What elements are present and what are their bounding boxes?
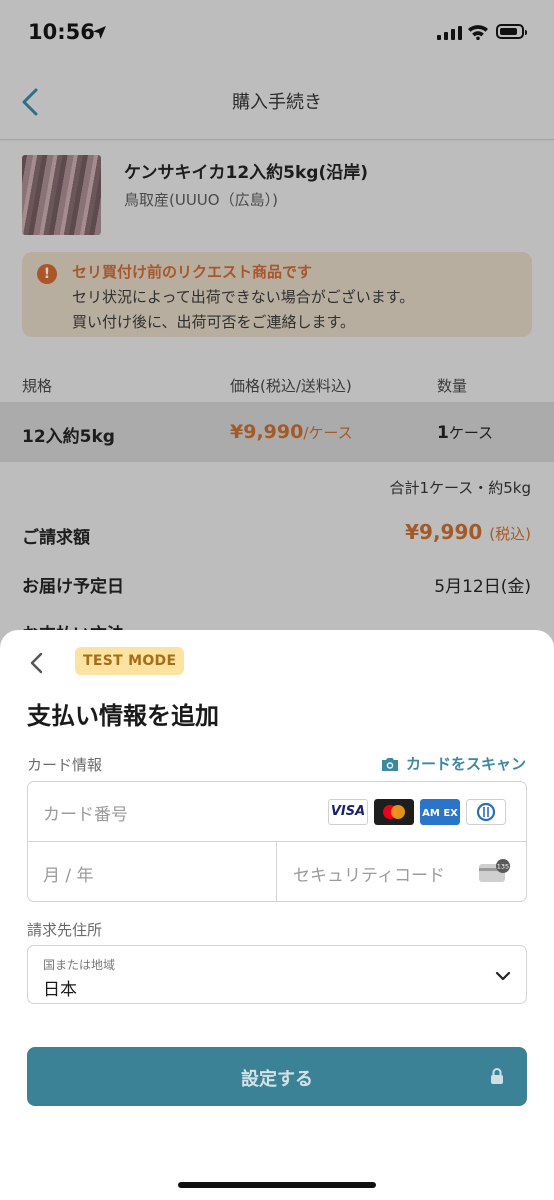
delivery-date: 5月12日(金) xyxy=(434,577,531,597)
notice-line-2: 買い付け後に、出荷可否をご連絡します。 xyxy=(72,313,356,331)
product-image xyxy=(22,155,101,235)
exclamation-icon: ! xyxy=(37,264,57,284)
lock-icon xyxy=(491,1068,503,1084)
card-divider-vertical xyxy=(276,842,277,901)
delivery-label: お届け予定日 xyxy=(22,577,124,597)
visa-icon: VISA xyxy=(328,799,368,825)
submit-button-label: 設定する xyxy=(241,1069,313,1090)
notice-title: セリ買付け前のリクエスト商品です xyxy=(72,263,313,281)
chevron-down-icon xyxy=(495,971,511,981)
expiry-input[interactable]: 月 / 年 xyxy=(43,861,94,886)
price-value: ¥9,990/ケース xyxy=(230,421,353,443)
camera-icon xyxy=(381,757,398,771)
country-caption: 国または地域 xyxy=(43,958,116,972)
page-title: 購入手続き xyxy=(232,92,322,113)
column-header-price: 価格(税込/送料込) xyxy=(230,377,352,395)
wifi-icon xyxy=(468,25,488,40)
card-section-label: カード情報 xyxy=(27,756,103,774)
product-name: ケンサキイカ12入約5kg(沿岸) xyxy=(124,163,368,183)
header-divider xyxy=(0,139,554,140)
scan-card-button[interactable]: カードをスキャン xyxy=(380,753,526,774)
price-unit: /ケース xyxy=(303,424,353,442)
cvc-input[interactable]: セキュリティコード xyxy=(293,861,445,886)
product-origin: 鳥取産(UUUO（広島）) xyxy=(124,191,278,209)
qty-unit: ケース xyxy=(448,424,494,442)
test-mode-badge: TEST MODE xyxy=(75,647,185,675)
column-header-qty: 数量 xyxy=(437,377,468,395)
diners-icon xyxy=(466,799,506,825)
mastercard-icon xyxy=(374,799,414,825)
quantity-value: 1ケース xyxy=(437,422,493,443)
amex-icon: AM EX xyxy=(420,799,460,825)
billing-amount: ¥9,990 (税込) xyxy=(405,520,531,544)
location-arrow-icon xyxy=(93,26,106,39)
sheet-title: 支払い情報を追加 xyxy=(27,702,219,730)
country-select[interactable] xyxy=(27,945,527,1004)
billing-section-label: 請求先住所 xyxy=(27,921,103,939)
spec-value: 12入約5kg xyxy=(22,427,115,447)
total-note: 合計1ケース・約5kg xyxy=(389,479,531,497)
column-header-spec: 規格 xyxy=(22,377,53,395)
status-time: 10:56 xyxy=(28,20,95,44)
home-indicator[interactable] xyxy=(178,1182,376,1188)
card-divider xyxy=(28,841,526,842)
cvc-card-icon: 135 xyxy=(479,859,510,882)
country-value: 日本 xyxy=(43,980,77,1000)
card-number-input[interactable]: カード番号 xyxy=(43,800,128,825)
price-amount: ¥9,990 xyxy=(230,421,304,443)
svg-text:AM EX: AM EX xyxy=(422,808,458,819)
cvc-badge-text: 135 xyxy=(497,863,509,871)
sheet-back-chevron-icon[interactable] xyxy=(26,650,48,676)
notice-line-1: セリ状況によって出荷できない場合がございます。 xyxy=(72,288,415,306)
qty-number: 1 xyxy=(437,423,449,443)
scan-card-label: カードをスキャン xyxy=(405,755,526,773)
billing-amount-value: ¥9,990 xyxy=(405,520,483,544)
cellular-signal-icon xyxy=(437,26,462,40)
billing-tax-note: (税込) xyxy=(489,525,531,543)
battery-icon xyxy=(496,24,527,39)
billing-label: ご請求額 xyxy=(22,528,90,548)
